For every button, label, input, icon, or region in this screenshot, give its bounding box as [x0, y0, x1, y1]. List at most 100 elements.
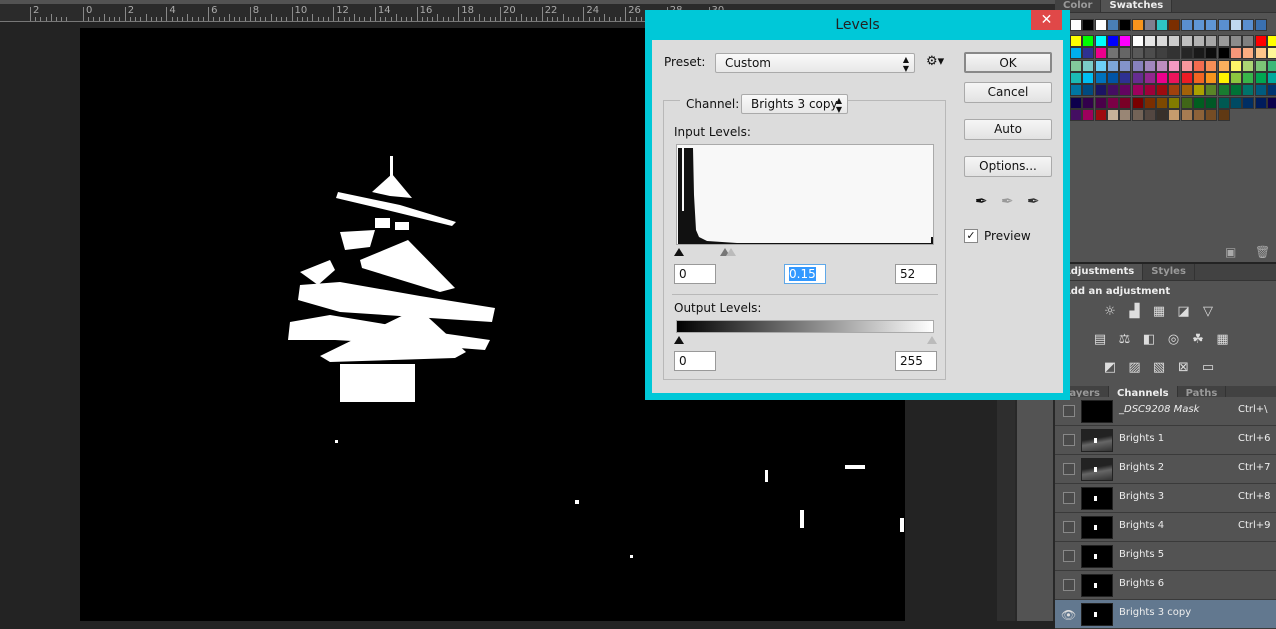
recent-swatch[interactable]: [1094, 19, 1107, 31]
swatch[interactable]: [1131, 59, 1144, 72]
color-lookup-icon[interactable]: ▦: [1214, 332, 1232, 348]
input-black-slider[interactable]: [674, 248, 684, 256]
swatch[interactable]: [1229, 35, 1242, 47]
visibility-toggle[interactable]: [1063, 550, 1075, 562]
swatch[interactable]: [1143, 35, 1156, 47]
cancel-button[interactable]: Cancel: [964, 82, 1052, 103]
swatch[interactable]: [1094, 47, 1107, 60]
swatch[interactable]: [1242, 84, 1255, 97]
swatch[interactable]: [1070, 35, 1082, 47]
recent-swatch[interactable]: [1131, 19, 1144, 31]
swatch[interactable]: [1106, 108, 1119, 121]
swatch[interactable]: [1143, 59, 1156, 72]
white-eyedropper-icon[interactable]: ✒: [1027, 192, 1040, 210]
swatch[interactable]: [1094, 84, 1107, 97]
recent-swatch[interactable]: [1082, 19, 1095, 31]
swatch[interactable]: [1143, 96, 1156, 109]
auto-button[interactable]: Auto: [964, 119, 1052, 140]
swatch[interactable]: [1094, 71, 1107, 84]
preview-checkbox[interactable]: ✓: [964, 229, 978, 243]
tab-swatches[interactable]: Swatches: [1101, 0, 1173, 12]
channel-row[interactable]: Brights 4 Ctrl+9: [1055, 513, 1276, 542]
input-white-field[interactable]: 52: [895, 264, 937, 284]
swatch[interactable]: [1082, 35, 1095, 47]
threshold-icon[interactable]: ▧: [1150, 360, 1168, 376]
swatch[interactable]: [1119, 35, 1132, 47]
channel-row[interactable]: Brights 6: [1055, 571, 1276, 600]
swatch[interactable]: [1070, 59, 1082, 72]
swatch[interactable]: [1205, 108, 1218, 121]
swatch[interactable]: [1106, 71, 1119, 84]
visibility-toggle[interactable]: [1063, 521, 1075, 533]
swatch[interactable]: [1266, 84, 1276, 97]
new-swatch-icon[interactable]: ▣: [1225, 245, 1236, 259]
swatch[interactable]: [1242, 35, 1255, 47]
swatch[interactable]: [1070, 84, 1082, 97]
color-balance-icon[interactable]: ⚖: [1116, 332, 1134, 348]
visibility-toggle[interactable]: [1063, 463, 1075, 475]
swatch[interactable]: [1082, 84, 1095, 97]
swatch[interactable]: [1205, 96, 1218, 109]
swatch[interactable]: [1242, 47, 1255, 60]
recent-swatch[interactable]: [1193, 19, 1205, 31]
recent-swatch[interactable]: [1180, 19, 1193, 31]
swatch[interactable]: [1266, 35, 1276, 47]
output-white-field[interactable]: 255: [895, 351, 937, 371]
channel-row[interactable]: Brights 2 Ctrl+7: [1055, 455, 1276, 484]
swatch[interactable]: [1156, 47, 1169, 60]
swatch[interactable]: [1106, 84, 1119, 97]
swatch[interactable]: [1193, 71, 1205, 84]
black-eyedropper-icon[interactable]: ✒: [975, 192, 988, 210]
recent-swatch[interactable]: [1229, 19, 1242, 31]
curves-icon[interactable]: ▦: [1150, 304, 1168, 320]
options-button[interactable]: Options...: [964, 156, 1052, 177]
swatch[interactable]: [1180, 59, 1193, 72]
swatch[interactable]: [1082, 108, 1095, 121]
swatch[interactable]: [1193, 84, 1205, 97]
visibility-toggle[interactable]: [1063, 579, 1075, 591]
swatch[interactable]: [1168, 71, 1181, 84]
recent-swatch[interactable]: [1217, 19, 1230, 31]
gradient-map-icon[interactable]: ▭: [1199, 360, 1217, 376]
swatch[interactable]: [1082, 71, 1095, 84]
ok-button[interactable]: OK: [964, 52, 1052, 73]
swatch[interactable]: [1106, 96, 1119, 109]
swatch[interactable]: [1094, 96, 1107, 109]
swatch[interactable]: [1254, 59, 1267, 72]
hue-saturation-icon[interactable]: ▤: [1091, 332, 1109, 348]
tab-styles[interactable]: Styles: [1143, 264, 1195, 280]
swatch[interactable]: [1193, 35, 1205, 47]
swatch[interactable]: [1106, 47, 1119, 60]
swatch[interactable]: [1254, 35, 1267, 47]
swatch[interactable]: [1193, 108, 1205, 121]
swatch[interactable]: [1168, 59, 1181, 72]
swatch[interactable]: [1094, 35, 1107, 47]
vibrance-icon[interactable]: ▽: [1199, 304, 1217, 320]
visibility-toggle[interactable]: [1063, 405, 1075, 417]
swatch[interactable]: [1156, 108, 1169, 121]
output-black-field[interactable]: 0: [674, 351, 716, 371]
channel-row[interactable]: Brights 3 Ctrl+8: [1055, 484, 1276, 513]
swatch[interactable]: [1106, 35, 1119, 47]
channel-select[interactable]: Brights 3 copy ▲ ▼: [741, 94, 848, 114]
gray-eyedropper-icon[interactable]: ✒: [1001, 192, 1014, 210]
swatch[interactable]: [1217, 47, 1230, 60]
swatch[interactable]: [1205, 47, 1218, 60]
swatch[interactable]: [1106, 59, 1119, 72]
brightness-contrast-icon[interactable]: ☼: [1101, 304, 1119, 320]
swatch[interactable]: [1168, 108, 1181, 121]
swatch[interactable]: [1180, 47, 1193, 60]
selective-color-icon[interactable]: ⊠: [1175, 360, 1193, 376]
swatch[interactable]: [1180, 96, 1193, 109]
swatch[interactable]: [1070, 108, 1082, 121]
swatch[interactable]: [1156, 71, 1169, 84]
swatch[interactable]: [1180, 84, 1193, 97]
input-white-slider[interactable]: [726, 248, 736, 256]
channel-row[interactable]: 👁 Brights 3 copy: [1055, 600, 1276, 629]
levels-icon[interactable]: ▟: [1126, 304, 1144, 320]
swatch[interactable]: [1168, 47, 1181, 60]
output-white-slider[interactable]: [927, 336, 937, 344]
recent-swatch[interactable]: [1205, 19, 1218, 31]
swatch[interactable]: [1254, 84, 1267, 97]
input-black-field[interactable]: 0: [674, 264, 716, 284]
